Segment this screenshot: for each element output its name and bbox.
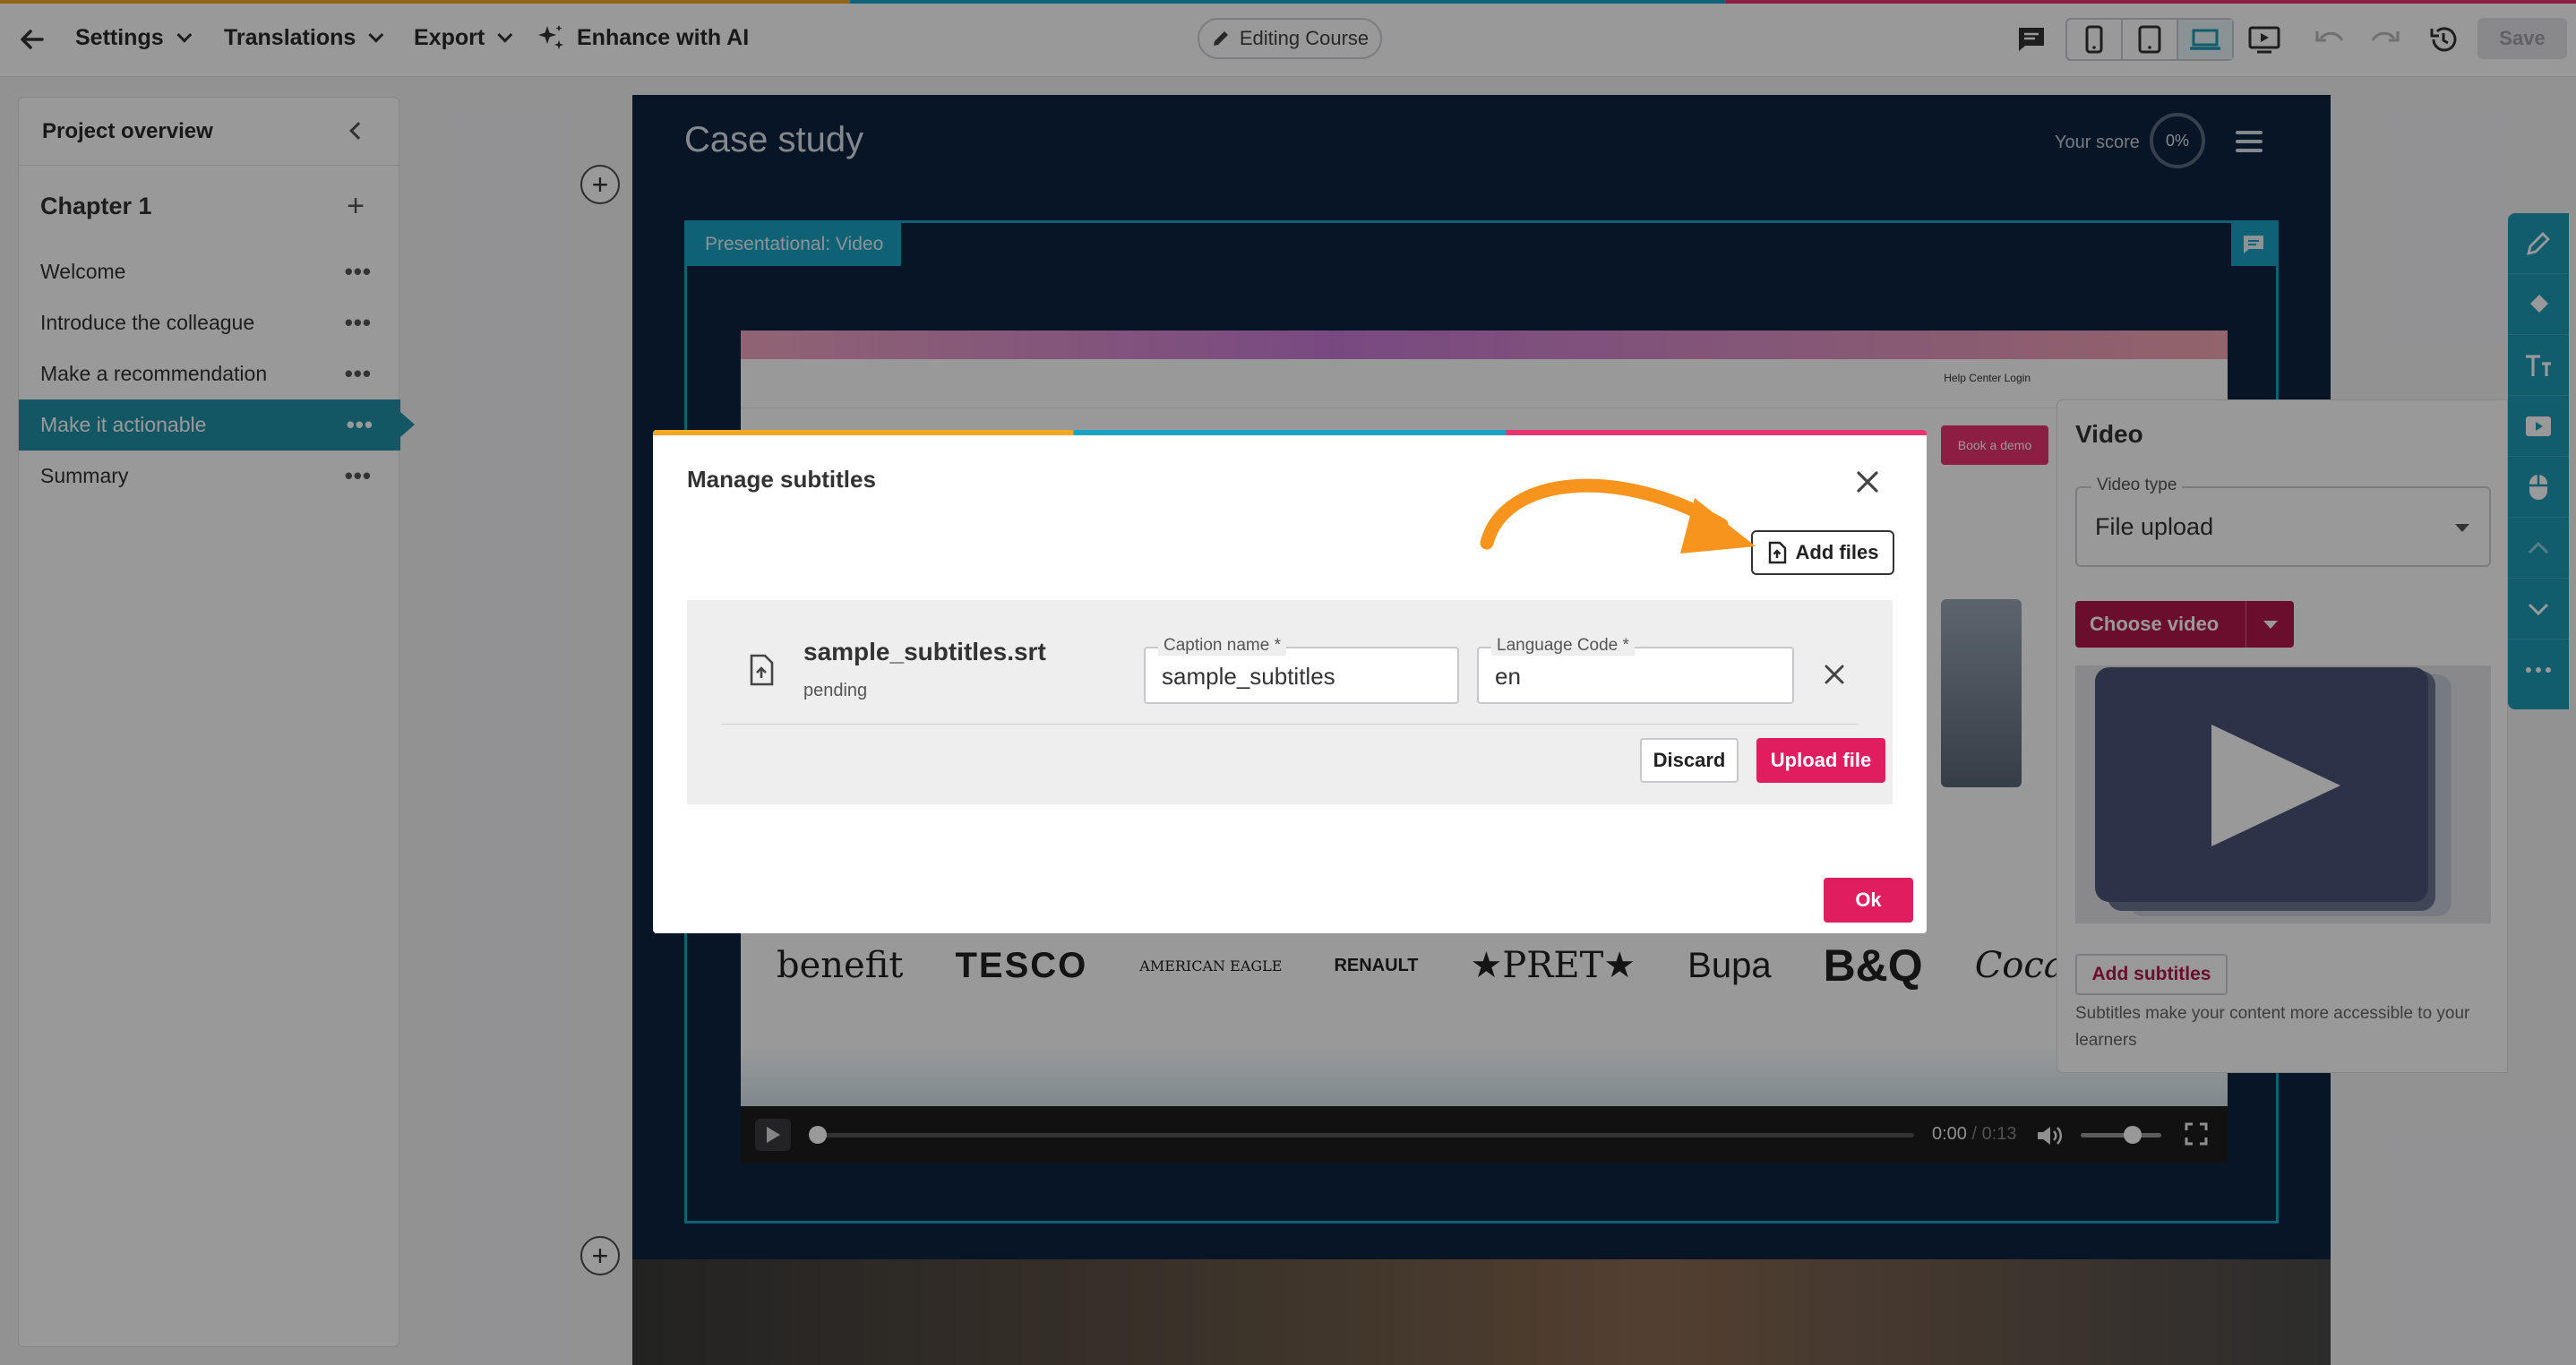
remove-file-icon[interactable] <box>1821 661 1848 688</box>
close-icon[interactable] <box>1851 466 1884 498</box>
language-code-label: Language Code * <box>1491 636 1635 656</box>
discard-button[interactable]: Discard <box>1640 738 1739 783</box>
file-status: pending <box>803 681 868 700</box>
language-code-field[interactable]: Language Code * en <box>1477 636 1794 704</box>
language-code-value: en <box>1495 663 1521 690</box>
subtitle-file-row: sample_subtitles.srt pending Caption nam… <box>687 600 1893 804</box>
caption-name-field[interactable]: Caption name * sample_subtitles <box>1144 636 1459 704</box>
modal-brand-stripe <box>653 430 1927 435</box>
caption-name-label: Caption name * <box>1158 636 1286 656</box>
add-files-label: Add files <box>1795 541 1879 563</box>
file-name: sample_subtitles.srt <box>803 638 1046 665</box>
file-upload-icon <box>748 654 775 691</box>
modal-title: Manage subtitles <box>687 466 876 493</box>
annotation-arrow-icon <box>1480 478 1756 554</box>
caption-name-value: sample_subtitles <box>1162 663 1335 690</box>
upload-file-button[interactable]: Upload file <box>1756 738 1885 783</box>
ok-button[interactable]: Ok <box>1824 878 1913 923</box>
file-row-divider <box>721 724 1859 725</box>
